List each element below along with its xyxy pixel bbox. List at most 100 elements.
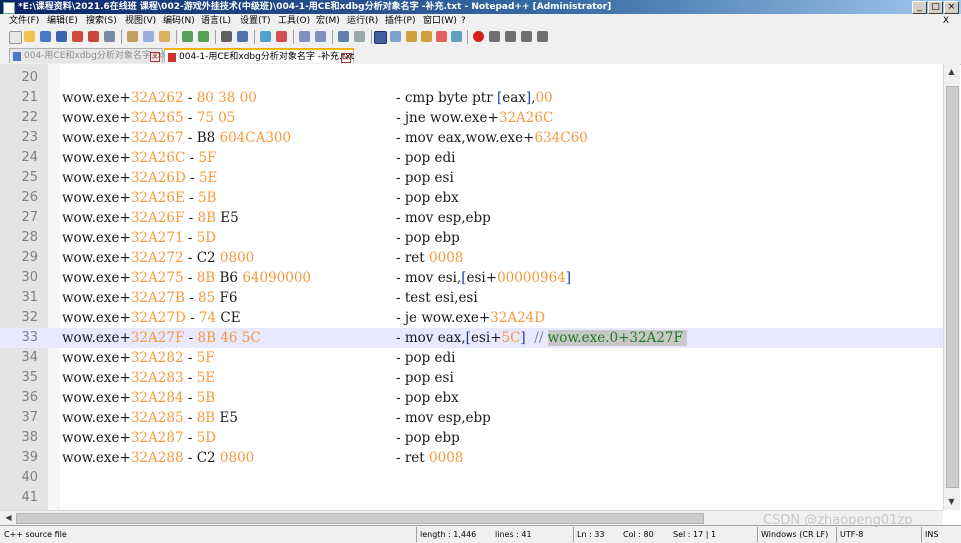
code-line[interactable]: 40	[0, 468, 943, 488]
close-button[interactable]: ×	[944, 1, 959, 14]
find-icon[interactable]	[221, 31, 232, 42]
show-all-characters-icon[interactable]	[354, 31, 365, 42]
tab-close-icon[interactable]: ×	[150, 52, 160, 62]
play-macro-icon[interactable]	[505, 31, 516, 42]
record-macro-icon[interactable]	[473, 31, 484, 42]
menu-encoding[interactable]: 编码(N)	[163, 14, 195, 28]
close-file-icon[interactable]	[72, 31, 83, 42]
function-list-icon[interactable]	[421, 31, 432, 42]
menu-file[interactable]: 文件(F)	[9, 14, 39, 28]
code-line[interactable]: 20	[0, 68, 943, 88]
line-number: 23	[21, 130, 38, 145]
code-line[interactable]: 24 wow.exe+32A26C - 5F - pop edi	[0, 148, 943, 168]
code-line[interactable]: 38 wow.exe+32A287 - 5D - pop ebp	[0, 428, 943, 448]
code-address: wow.exe+32A282 - 5F	[62, 348, 215, 368]
print-icon[interactable]	[104, 31, 115, 42]
folder-as-workspace-icon[interactable]	[436, 31, 447, 42]
code-line[interactable]: 22 wow.exe+32A265 - 75 05- jne wow.exe+32…	[0, 108, 943, 128]
cut-icon[interactable]	[127, 31, 138, 42]
code-line[interactable]: 41	[0, 488, 943, 508]
scroll-down-icon[interactable]: ▼	[945, 496, 958, 508]
window-controls: _ □ ×	[912, 1, 959, 14]
code-line[interactable]: 37 wow.exe+32A285 - 8B E5 - mov esp,ebp	[0, 408, 943, 428]
word-wrap-icon[interactable]	[338, 31, 349, 42]
vertical-scrollbar[interactable]: ▲ ▼	[943, 64, 960, 510]
code-line[interactable]: 30 wow.exe+32A275 - 8B B6 64090000 - mov e…	[0, 268, 943, 288]
code-line[interactable]: 23 wow.exe+32A267 - B8 604CA300 - mov eax,…	[0, 128, 943, 148]
code-token: - je wow.exe+	[396, 310, 491, 326]
paste-icon[interactable]	[159, 31, 170, 42]
code-line[interactable]: 31 wow.exe+32A27B - 85 F6 - test esi,esi	[0, 288, 943, 308]
vertical-scroll-thumb[interactable]	[946, 86, 959, 488]
code-token: 604CA300	[219, 130, 292, 146]
code-line[interactable]: 26 wow.exe+32A26E - 5B - pop ebx	[0, 188, 943, 208]
code-line[interactable]: 25 wow.exe+32A26D - 5E - pop esi	[0, 168, 943, 188]
tab-004-original[interactable]: 004-用CE和xdbg分析对象名字.txt ×	[9, 48, 166, 63]
code-line[interactable]: 34 wow.exe+32A282 - 5F - pop edi	[0, 348, 943, 368]
menu-window[interactable]: 窗口(W)	[423, 14, 457, 28]
code-line[interactable]: 27 wow.exe+32A26F - 8B E5 - mov esp,ebp	[0, 208, 943, 228]
code-address: wow.exe+32A275 - 8B B6 64090000	[62, 268, 311, 288]
code-line[interactable]: 35 wow.exe+32A283 - 5E - pop esi	[0, 368, 943, 388]
code-instruction: - pop esi	[396, 168, 454, 188]
menu-run[interactable]: 运行(R)	[347, 14, 378, 28]
code-token: 64090000	[242, 270, 312, 286]
zoom-in-icon[interactable]	[260, 31, 271, 42]
sync-horizontal-icon[interactable]	[315, 31, 326, 42]
close-all-icon[interactable]	[88, 31, 99, 42]
close-document-button[interactable]: X	[943, 14, 949, 28]
code-token: - mov eax,wow.exe+	[396, 130, 535, 146]
menu-search[interactable]: 搜索(S)	[86, 14, 117, 28]
document-map-icon[interactable]	[406, 31, 417, 42]
open-file-icon[interactable]	[24, 31, 35, 42]
code-token: wow.exe+	[62, 370, 131, 386]
menu-tools[interactable]: 工具(O)	[278, 14, 310, 28]
indent-guide-icon[interactable]	[374, 31, 387, 44]
code-instruction: - je wow.exe+32A24D	[396, 308, 545, 328]
new-file-icon[interactable]	[9, 31, 22, 44]
save-macro-icon[interactable]	[537, 31, 548, 42]
toolbar-separator	[371, 30, 372, 44]
code-line[interactable]: 32 wow.exe+32A27D - 74 CE - je wow.exe+32A…	[0, 308, 943, 328]
run-macro-multiple-icon[interactable]	[521, 31, 532, 42]
maximize-button[interactable]: □	[928, 1, 943, 14]
menu-edit[interactable]: 编辑(E)	[47, 14, 78, 28]
code-token: -	[184, 290, 199, 306]
tab-004-1-supplement[interactable]: 004-1-用CE和xdbg分析对象名字 -补充.txt ×	[164, 48, 354, 63]
code-token: wow.exe+	[62, 210, 131, 226]
language-define-icon[interactable]	[390, 31, 401, 42]
code-line[interactable]: 33 wow.exe+32A27F - 8B 46 5C - mov eax,[es…	[0, 328, 943, 348]
menu-help[interactable]: ?	[461, 14, 466, 28]
editor-area[interactable]: 20 21 wow.exe+32A262 - 80 38 00- cmp byte …	[0, 64, 943, 510]
code-instruction: - mov esp,ebp	[396, 408, 491, 428]
code-line[interactable]: 36 wow.exe+32A284 - 5B - pop ebx	[0, 388, 943, 408]
sync-vertical-icon[interactable]	[299, 31, 310, 42]
code-line[interactable]: 21 wow.exe+32A262 - 80 38 00 - cmp byte pt…	[0, 88, 943, 108]
copy-icon[interactable]	[143, 31, 154, 42]
scroll-up-icon[interactable]: ▲	[945, 66, 958, 78]
save-all-icon[interactable]	[56, 31, 67, 42]
monitoring-icon[interactable]	[451, 31, 462, 42]
menu-language[interactable]: 语言(L)	[201, 14, 231, 28]
code-line[interactable]: 29 wow.exe+32A272 - C2 0800 - ret 0008	[0, 248, 943, 268]
redo-icon[interactable]	[198, 31, 209, 42]
scroll-left-icon[interactable]: ◀	[2, 512, 15, 524]
zoom-out-icon[interactable]	[276, 31, 287, 42]
code-line[interactable]: 28 wow.exe+32A271 - 5D - pop ebp	[0, 228, 943, 248]
title-bar[interactable]: *E:\课程资料\2021.6在线班 课程\002-游戏外挂技术(中级班)\00…	[0, 0, 961, 14]
undo-icon[interactable]	[182, 31, 193, 42]
menu-settings[interactable]: 设置(T)	[240, 14, 271, 28]
tab-close-icon[interactable]: ×	[341, 53, 351, 63]
horizontal-scroll-thumb[interactable]	[16, 513, 704, 524]
stop-macro-icon[interactable]	[489, 31, 500, 42]
code-line[interactable]: 39 wow.exe+32A288 - C2 0800 - ret 0008	[0, 448, 943, 468]
code-token: 5C	[501, 330, 521, 346]
menu-macro[interactable]: 宏(M)	[316, 14, 340, 28]
code-token: 5F	[198, 150, 217, 166]
minimize-button[interactable]: _	[912, 1, 927, 14]
replace-icon[interactable]	[237, 31, 248, 42]
menu-view[interactable]: 视图(V)	[125, 14, 156, 28]
save-icon[interactable]	[40, 31, 51, 42]
notepad-app-icon[interactable]	[3, 2, 15, 14]
menu-plugins[interactable]: 插件(P)	[385, 14, 415, 28]
